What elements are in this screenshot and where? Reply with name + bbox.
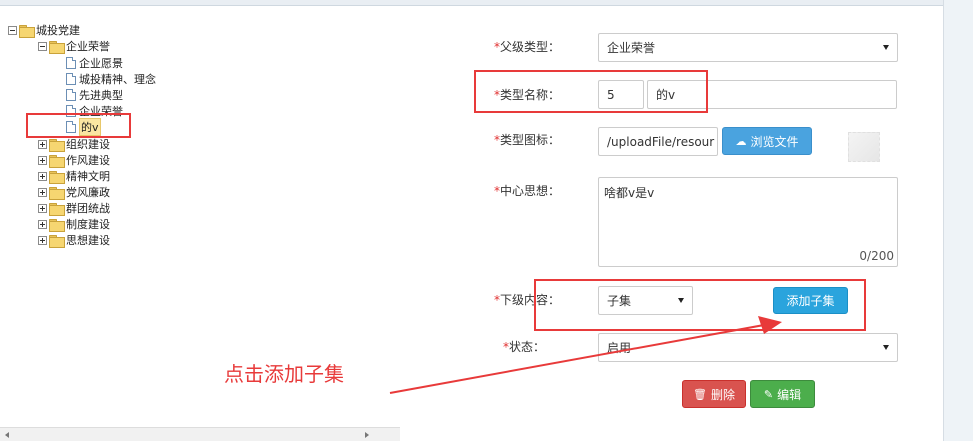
type-name-input[interactable]: 的v xyxy=(647,80,897,109)
trash-icon: 🗑 xyxy=(693,387,707,401)
type-icon-path-input[interactable]: /uploadFile/resour xyxy=(598,127,718,156)
status-value: 启用 xyxy=(607,341,632,355)
plus-expander-icon[interactable] xyxy=(38,219,47,229)
label-text: 类型图标： xyxy=(499,133,560,147)
type-name-value: 的v xyxy=(656,88,676,102)
dropdown-caret-icon xyxy=(883,45,889,50)
tree-horizontal-scrollbar[interactable] xyxy=(0,427,400,441)
tree-node-label: 企业愿景 xyxy=(79,57,123,70)
sub-content-label: *下级内容： xyxy=(480,291,560,308)
folder-icon xyxy=(49,154,65,168)
edit-button[interactable]: ✎ 编辑 xyxy=(750,380,815,408)
tree-node-label: 企业荣誉 xyxy=(66,40,110,53)
center-idea-textarea[interactable]: 啥都v是v 0/200 xyxy=(598,177,898,267)
tree-node-selected[interactable]: 的v xyxy=(66,118,101,136)
type-sort-input[interactable]: 5 xyxy=(598,80,644,109)
character-counter: 0/200 xyxy=(859,249,894,263)
plus-expander-icon[interactable] xyxy=(38,139,47,149)
label-text: 状态： xyxy=(508,340,545,354)
add-child-label: 添加子集 xyxy=(786,294,835,308)
tree-node-label: 作风建设 xyxy=(66,154,110,167)
delete-button[interactable]: 🗑 删除 xyxy=(682,380,746,408)
type-name-label: *类型名称： xyxy=(480,86,560,103)
folder-icon xyxy=(49,218,65,232)
tree-node-label: 制度建设 xyxy=(66,218,110,231)
tree-node-label: 思想建设 xyxy=(66,234,110,247)
parent-type-select[interactable]: 企业荣誉 xyxy=(598,33,898,62)
tree-node-group[interactable]: 精神文明 xyxy=(38,168,110,184)
scroll-right-arrow-icon[interactable] xyxy=(365,432,369,438)
edit-label: 编辑 xyxy=(777,387,802,402)
folder-icon xyxy=(49,40,65,54)
tree-node-leaf[interactable]: 城投精神、理念 xyxy=(66,71,156,87)
document-icon xyxy=(66,89,76,101)
parent-type-label: *父级类型： xyxy=(480,38,560,55)
center-idea-value: 啥都v是v xyxy=(604,186,655,200)
document-icon xyxy=(66,121,76,133)
pencil-icon: ✎ xyxy=(763,387,774,401)
tree-node-label: 党风廉政 xyxy=(66,186,110,199)
center-idea-label: *中心思想： xyxy=(480,182,560,199)
browse-file-button[interactable]: ☁ 浏览文件 xyxy=(722,127,812,155)
minus-expander-icon[interactable] xyxy=(38,41,47,51)
plus-expander-icon[interactable] xyxy=(38,203,47,213)
sub-content-select[interactable]: 子集 xyxy=(598,286,693,315)
add-child-button[interactable]: 添加子集 xyxy=(773,287,848,314)
status-select[interactable]: 启用 xyxy=(598,333,898,362)
label-text: 父级类型： xyxy=(499,40,560,54)
tree-node-group[interactable]: 制度建设 xyxy=(38,216,110,232)
folder-icon xyxy=(49,202,65,216)
type-icon-path-value: /uploadFile/resour xyxy=(607,134,715,149)
browse-file-label: 浏览文件 xyxy=(750,134,799,149)
folder-icon xyxy=(19,24,35,38)
tree-node-root[interactable]: 城投党建 xyxy=(8,22,80,38)
scroll-left-arrow-icon[interactable] xyxy=(5,432,9,438)
delete-label: 删除 xyxy=(710,387,735,402)
folder-icon xyxy=(49,170,65,184)
plus-expander-icon[interactable] xyxy=(38,235,47,245)
folder-icon xyxy=(49,234,65,248)
tree-node-group[interactable]: 党风廉政 xyxy=(38,184,110,200)
label-text: 下级内容： xyxy=(499,293,560,307)
label-text: 中心思想： xyxy=(499,184,560,198)
document-icon xyxy=(66,73,76,85)
folder-icon xyxy=(49,138,65,152)
tree-node-group[interactable]: 思想建设 xyxy=(38,232,110,248)
icon-thumbnail xyxy=(848,132,880,162)
tree-node-group[interactable]: 组织建设 xyxy=(38,136,110,152)
document-icon xyxy=(66,105,76,117)
label-text: 类型名称： xyxy=(499,88,560,102)
tree-node-label: 组织建设 xyxy=(66,138,110,151)
tree-node-label: 精神文明 xyxy=(66,170,110,183)
window-right-gutter xyxy=(943,0,973,441)
tree-node-label: 城投精神、理念 xyxy=(79,73,156,86)
tree-node-group[interactable]: 作风建设 xyxy=(38,152,110,168)
plus-expander-icon[interactable] xyxy=(38,187,47,197)
tree-node-label: 企业荣誉 xyxy=(79,105,123,118)
tree-node-group-expanded[interactable]: 企业荣誉 xyxy=(38,38,110,54)
minus-expander-icon[interactable] xyxy=(8,25,17,35)
folder-icon xyxy=(49,186,65,200)
status-label: *状态： xyxy=(480,338,545,355)
plus-expander-icon[interactable] xyxy=(38,155,47,165)
annotation-text: 点击添加子集 xyxy=(224,362,344,386)
tree-node-label: 先进典型 xyxy=(79,89,123,102)
document-icon xyxy=(66,57,76,69)
sub-content-value: 子集 xyxy=(607,294,632,308)
type-icon-label: *类型图标： xyxy=(480,131,560,148)
plus-expander-icon[interactable] xyxy=(38,171,47,181)
tree-node-label: 群团统战 xyxy=(66,202,110,215)
dropdown-caret-icon xyxy=(883,345,889,350)
tree-node-label: 的v xyxy=(79,118,101,136)
dropdown-caret-icon xyxy=(678,298,684,303)
tree-node-leaf[interactable]: 先进典型 xyxy=(66,87,123,103)
tree-node-group[interactable]: 群团统战 xyxy=(38,200,110,216)
cloud-upload-icon: ☁ xyxy=(735,134,747,148)
tree-node-label: 城投党建 xyxy=(36,24,80,37)
type-sort-value: 5 xyxy=(607,87,615,102)
parent-type-value: 企业荣誉 xyxy=(607,41,656,55)
tree-node-leaf[interactable]: 企业愿景 xyxy=(66,55,123,71)
tree-node-leaf[interactable]: 企业荣誉 xyxy=(66,103,123,119)
